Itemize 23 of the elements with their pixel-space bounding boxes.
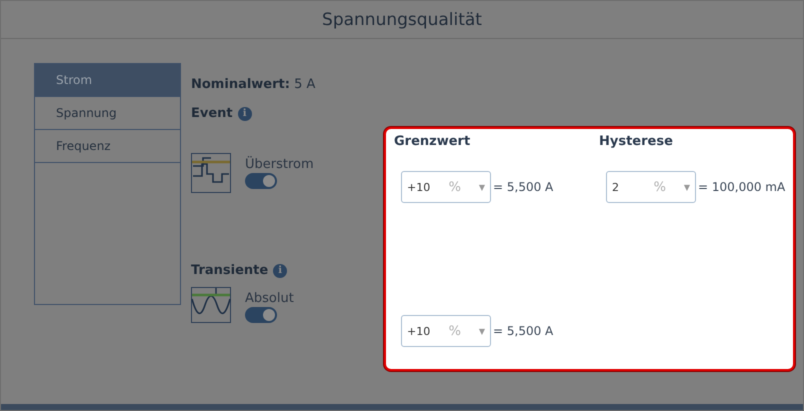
- dropdown-field[interactable]: 2 % ▼: [606, 171, 696, 203]
- window-title: Spannungsqualität: [322, 10, 482, 30]
- column-header: Hysterese: [599, 134, 674, 149]
- section-title: Event: [191, 106, 233, 121]
- info-icon[interactable]: i: [273, 264, 288, 278]
- sine-wave-icon: [191, 287, 231, 323]
- dropdown-field[interactable]: +10 % ▼: [401, 171, 491, 203]
- step-signal-icon: [191, 153, 231, 193]
- result-value: = 5,500 A: [493, 324, 554, 338]
- toggle-switch[interactable]: [245, 173, 277, 189]
- section-title: Transiente: [191, 263, 268, 278]
- toggle-switch[interactable]: [245, 307, 277, 323]
- result-value: = 100,000 mA: [698, 180, 786, 194]
- info-icon[interactable]: i: [238, 106, 252, 120]
- result-value: = 5,500 A: [493, 180, 554, 194]
- sidebar-item[interactable]: Strom: [35, 64, 180, 97]
- event-label: Absolut: [245, 291, 294, 306]
- column-header: Grenzwert: [394, 134, 472, 149]
- dropdown-field[interactable]: +10 % ▼: [401, 315, 491, 347]
- sidebar-item[interactable]: Frequenz: [35, 130, 180, 163]
- sidebar-item[interactable]: Spannung: [35, 97, 180, 130]
- nominal-value: Nominalwert: 5 A: [191, 77, 316, 92]
- event-label: Überstrom: [245, 157, 314, 172]
